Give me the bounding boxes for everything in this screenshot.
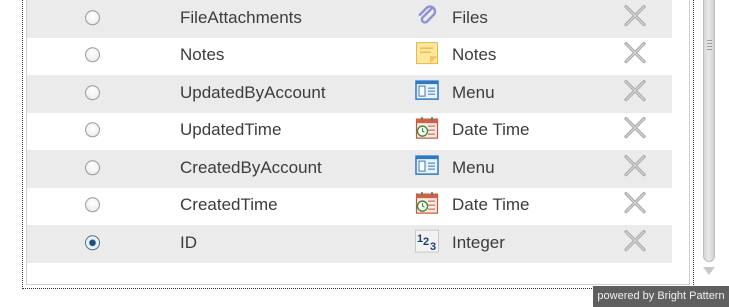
table-row[interactable]: CreatedByAccount Menu	[27, 150, 672, 188]
scrollbar-thumb[interactable]	[703, 0, 715, 262]
integer-123-icon: 1 2 3	[415, 229, 439, 253]
table-row[interactable]: UpdatedTime Date Time	[27, 113, 672, 151]
field-type: Date Time	[452, 120, 530, 140]
svg-text:3: 3	[430, 241, 436, 253]
field-type: Notes	[452, 45, 497, 65]
delete-icon[interactable]	[623, 116, 647, 140]
field-name: ID	[180, 232, 197, 252]
row-select-radio-selected[interactable]	[85, 235, 100, 251]
field-name: CreatedTime	[180, 195, 278, 215]
field-name: UpdatedByAccount	[180, 82, 326, 102]
delete-icon[interactable]	[623, 228, 647, 252]
field-type: Date Time	[452, 195, 530, 215]
table-row[interactable]: ID 1 2 3 Integer	[27, 225, 672, 263]
delete-icon[interactable]	[623, 3, 647, 27]
table-row[interactable]: UpdatedByAccount Menu	[27, 75, 672, 113]
powered-by-badge: powered by Bright Pattern	[593, 286, 729, 307]
table-row[interactable]: CreatedTime Date Time	[27, 188, 672, 226]
field-type: Menu	[452, 157, 495, 177]
field-type: Integer	[452, 232, 505, 252]
scrollbar-grip-icon	[707, 40, 712, 52]
row-select-radio[interactable]	[85, 10, 100, 26]
field-type: Files	[452, 7, 488, 27]
scroll-down-arrow-icon[interactable]	[703, 267, 715, 275]
field-list-inner: FileAttachments Files Notes Notes Update…	[26, 0, 718, 285]
table-row[interactable]: Notes Notes	[27, 38, 672, 76]
table-row[interactable]: FileAttachments Files	[27, 0, 672, 38]
menu-list-icon	[415, 154, 439, 178]
svg-text:2: 2	[423, 236, 429, 248]
sticky-note-icon	[415, 41, 439, 65]
delete-icon[interactable]	[623, 78, 647, 102]
row-select-radio[interactable]	[85, 197, 100, 213]
calendar-clock-icon	[415, 116, 439, 140]
delete-icon[interactable]	[623, 191, 647, 215]
field-name: FileAttachments	[180, 7, 302, 27]
paperclip-icon	[415, 4, 439, 28]
field-type: Menu	[452, 82, 495, 102]
vertical-scrollbar[interactable]	[700, 0, 718, 279]
field-name: Notes	[180, 45, 225, 65]
field-list-panel: FileAttachments Files Notes Notes Update…	[22, 0, 718, 289]
field-name: UpdatedTime	[180, 120, 282, 140]
row-select-radio[interactable]	[85, 47, 100, 63]
delete-icon[interactable]	[623, 41, 647, 65]
menu-list-icon	[415, 79, 439, 103]
delete-icon[interactable]	[623, 153, 647, 177]
calendar-clock-icon	[415, 191, 439, 215]
field-list: FileAttachments Files Notes Notes Update…	[27, 0, 672, 263]
row-select-radio[interactable]	[85, 85, 100, 101]
row-select-radio[interactable]	[85, 160, 100, 176]
row-select-radio[interactable]	[85, 122, 100, 138]
field-name: CreatedByAccount	[180, 157, 322, 177]
